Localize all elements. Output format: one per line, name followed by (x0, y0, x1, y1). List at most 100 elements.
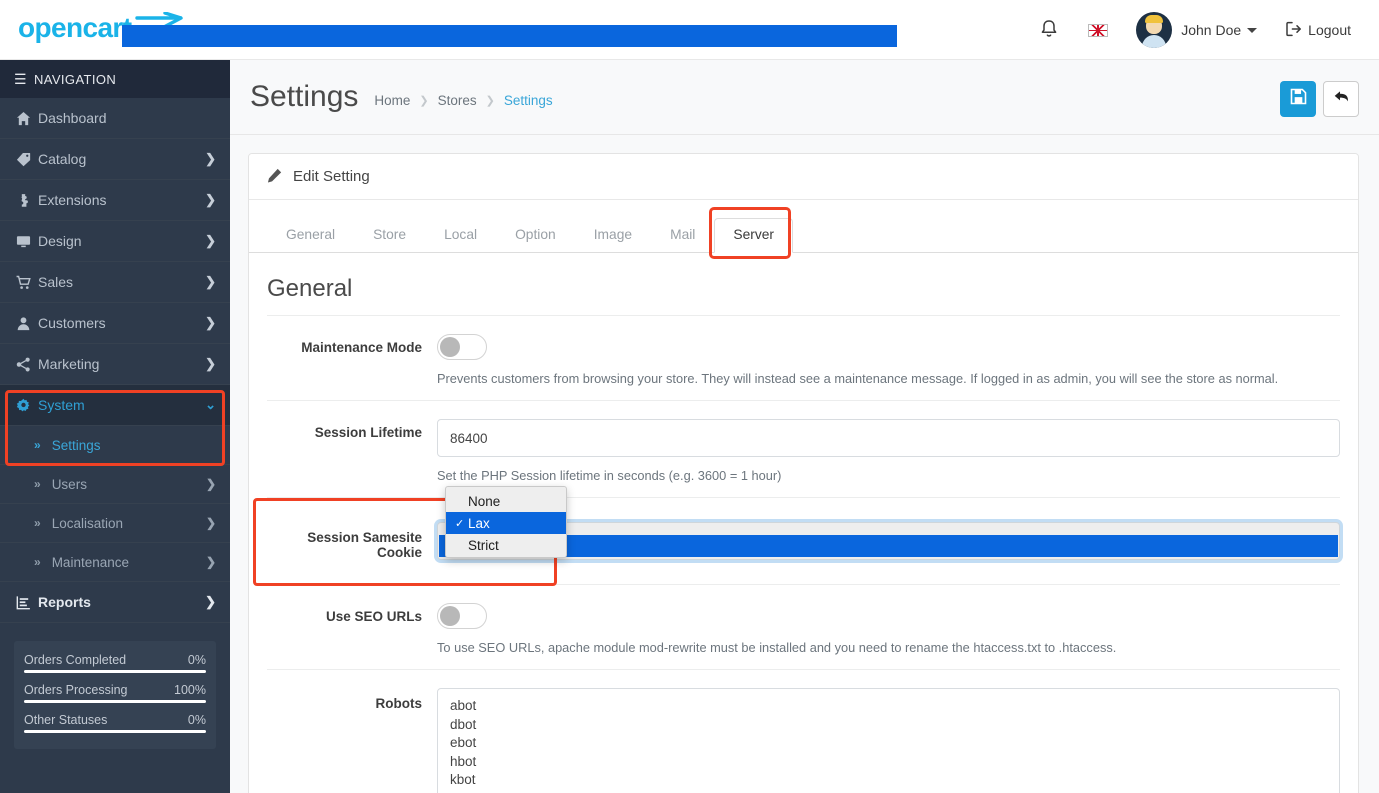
tab-general[interactable]: General (267, 218, 354, 253)
use-seo-urls-toggle[interactable] (437, 603, 487, 629)
breadcrumb-settings[interactable]: Settings (504, 93, 553, 108)
stat-row: Orders Completed 0% (24, 649, 206, 670)
sidebar-item-reports[interactable]: Reports ❯ (0, 582, 230, 623)
chart-bars-icon (16, 595, 38, 610)
dropdown-option-none[interactable]: None (446, 490, 566, 512)
maintenance-mode-toggle[interactable] (437, 334, 487, 360)
sidebar-item-label: Extensions (38, 192, 107, 208)
chevron-right-icon: ❯ (205, 356, 216, 371)
sidebar-item-localisation[interactable]: » Localisation ❯ (0, 504, 230, 543)
tab-server[interactable]: Server (714, 218, 794, 253)
stat-label: Other Statuses (24, 713, 108, 727)
sidebar-item-label: Reports (38, 594, 91, 610)
tab-image[interactable]: Image (575, 218, 651, 253)
chevron-right-icon: ❯ (205, 315, 216, 330)
tab-mail[interactable]: Mail (651, 218, 714, 253)
sidebar-item-customers[interactable]: Customers ❯ (0, 303, 230, 344)
cart-icon (16, 275, 38, 290)
back-button[interactable] (1323, 81, 1359, 117)
tag-icon (16, 152, 38, 167)
sidebar-item-system[interactable]: System ⌄ (0, 385, 230, 426)
session-lifetime-input[interactable] (437, 419, 1340, 457)
double-chevron-right-icon: » (34, 516, 41, 530)
select-selected-highlight (439, 535, 1338, 557)
page-header: Settings Home ❯ Stores ❯ Settings (230, 60, 1379, 135)
logout-icon (1285, 21, 1302, 40)
sidebar-item-catalog[interactable]: Catalog ❯ (0, 139, 230, 180)
field-label: Use SEO URLs (325, 609, 422, 624)
save-button[interactable] (1280, 81, 1316, 117)
stat-bar (24, 670, 206, 673)
main-content: Settings Home ❯ Stores ❯ Settings Edit S… (230, 60, 1379, 793)
chevron-right-icon: ❯ (205, 594, 216, 609)
sidebar-item-dashboard[interactable]: Dashboard (0, 98, 230, 139)
sidebar-item-sales[interactable]: Sales ❯ (0, 262, 230, 303)
select-box[interactable] (437, 522, 1340, 560)
user-menu[interactable]: John Doe (1122, 0, 1271, 60)
header-actions: John Doe Logout (1024, 0, 1365, 60)
logout-button[interactable]: Logout (1271, 0, 1365, 60)
sidebar-item-settings[interactable]: » Settings (0, 426, 230, 465)
sidebar-subitem-label: Settings (51, 437, 101, 453)
session-samesite-cookie-select[interactable] (437, 522, 1340, 560)
page-title: Settings (250, 80, 359, 113)
dropdown-option-lax[interactable]: ✓ Lax (446, 512, 566, 534)
share-icon (16, 357, 38, 372)
stat-bar (24, 700, 206, 703)
robots-textarea[interactable]: abot dbot ebot hbot kbot lbot (437, 688, 1340, 793)
puzzle-icon (16, 193, 38, 208)
field-label: Session Lifetime (314, 425, 422, 440)
stat-value: 100% (174, 683, 206, 697)
breadcrumb-home[interactable]: Home (374, 93, 410, 108)
order-stats-panel: Orders Completed 0% Orders Processing 10… (14, 641, 216, 749)
samesite-dropdown-options: None ✓ Lax Strict (445, 486, 567, 558)
sidebar-subitem-label: Maintenance (51, 554, 129, 570)
tab-local[interactable]: Local (425, 218, 496, 253)
sidebar-item-label: Customers (38, 315, 106, 331)
language-selector[interactable] (1074, 0, 1122, 60)
panel-heading-label: Edit Setting (293, 168, 370, 185)
stat-bar (24, 730, 206, 733)
field-session-lifetime: Session Lifetime Set the PHP Session lif… (267, 401, 1340, 498)
sidebar-item-maintenance[interactable]: » Maintenance ❯ (0, 543, 230, 582)
sidebar-item-label: Sales (38, 274, 74, 290)
chevron-right-icon: ❯ (205, 477, 216, 491)
sidebar-item-marketing[interactable]: Marketing ❯ (0, 344, 230, 385)
logout-label: Logout (1308, 22, 1351, 38)
bell-icon (1038, 18, 1060, 43)
stat-row: Orders Processing 100% (24, 679, 206, 700)
pencil-icon (267, 168, 282, 186)
sidebar-item-label: System (38, 397, 85, 413)
field-maintenance-mode: Maintenance Mode Prevents customers from… (267, 316, 1340, 401)
uk-flag-icon (1088, 23, 1109, 37)
chevron-right-icon: ❯ (205, 233, 216, 248)
sidebar-item-users[interactable]: » Users ❯ (0, 465, 230, 504)
sidebar-item-design[interactable]: Design ❯ (0, 221, 230, 262)
notifications-button[interactable] (1024, 0, 1074, 60)
sidebar-item-label: Catalog (38, 151, 87, 167)
breadcrumb-stores[interactable]: Stores (438, 93, 477, 108)
tab-store[interactable]: Store (354, 218, 425, 253)
check-icon: ✓ (455, 517, 465, 530)
navigation-header[interactable]: ☰ NAVIGATION (0, 60, 230, 98)
dropdown-option-label: Lax (468, 515, 490, 531)
field-robots: Robots abot dbot ebot hbot kbot lbot (267, 670, 1340, 793)
section-title: General (267, 275, 1340, 316)
select-open-highlight-extension (122, 25, 897, 47)
double-chevron-right-icon: » (34, 477, 41, 491)
field-label: Session Samesite Cookie (307, 530, 422, 560)
field-session-samesite-cookie: Session Samesite Cookie (253, 498, 1340, 586)
chevron-down-icon: ⌄ (205, 397, 216, 412)
stat-row: Other Statuses 0% (24, 709, 206, 730)
settings-tabs: General Store Local Option Image Mail Se… (249, 200, 1358, 259)
field-help-text: To use SEO URLs, apache module mod-rewri… (437, 640, 1117, 655)
sidebar-item-extensions[interactable]: Extensions ❯ (0, 180, 230, 221)
dropdown-option-strict[interactable]: Strict (446, 534, 566, 556)
sidebar-subitem-label: Localisation (51, 515, 123, 531)
chevron-right-icon: ❯ (205, 192, 216, 207)
username-label: John Doe (1181, 22, 1242, 38)
tab-option[interactable]: Option (496, 218, 575, 253)
chevron-right-icon: ❯ (205, 555, 216, 569)
panel-heading: Edit Setting (249, 154, 1358, 200)
chevron-right-icon: ❯ (205, 516, 216, 530)
